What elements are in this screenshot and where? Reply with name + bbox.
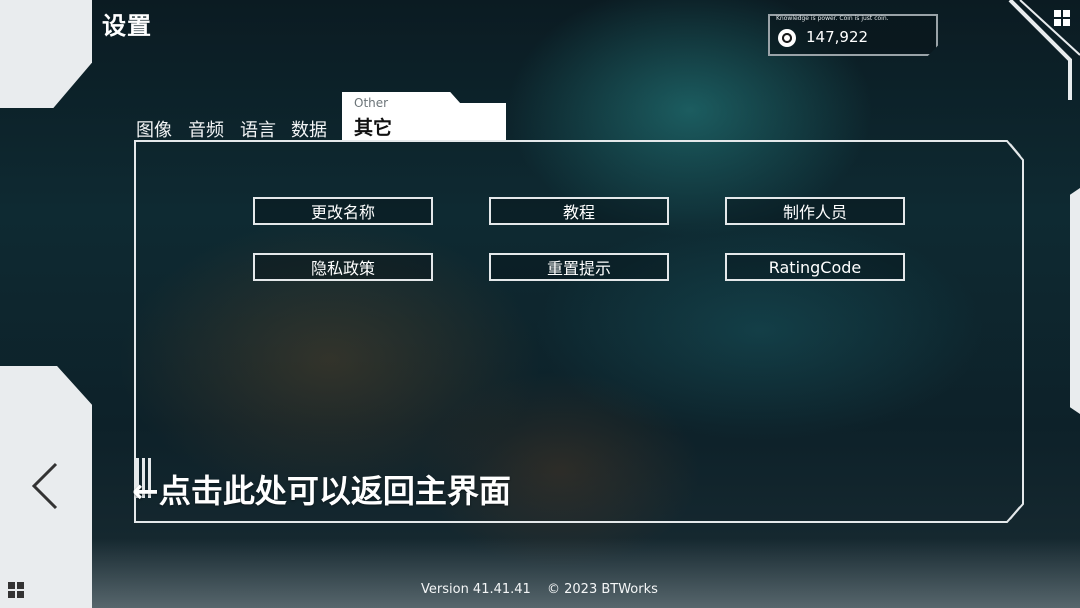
tab-language[interactable]: 语言: [240, 116, 276, 142]
bottom-fog: [0, 538, 1080, 608]
chevron-left-icon[interactable]: [26, 460, 66, 512]
tutorial-button[interactable]: 教程: [489, 197, 669, 225]
corner-bracket-decoration: [1008, 0, 1080, 100]
tab-other-label: 其它: [354, 117, 393, 139]
right-edge-tab: [1070, 188, 1080, 414]
credits-button[interactable]: 制作人员: [725, 197, 905, 225]
privacy-policy-button[interactable]: 隐私政策: [253, 253, 433, 281]
copyright-label: © 2023 BTWorks: [547, 582, 658, 597]
coin-amount: 147,922: [806, 28, 869, 46]
rating-code-button[interactable]: RatingCode: [725, 253, 905, 281]
return-home-hint: ←点击此处可以返回主界面: [132, 472, 511, 510]
tab-data[interactable]: 数据: [291, 116, 327, 142]
reset-hints-button[interactable]: 重置提示: [489, 253, 669, 281]
tab-audio[interactable]: 音频: [188, 116, 224, 142]
page-title: 设置: [102, 12, 152, 40]
top-left-plate: [0, 0, 92, 108]
coin-motto: Knowledge is power. Coin is just coin.: [776, 15, 889, 22]
tab-graphics[interactable]: 图像: [136, 116, 172, 142]
tab-other-en-label: Other: [354, 96, 389, 110]
version-label: Version 41.41.41: [421, 582, 531, 597]
coin-icon: [778, 29, 796, 47]
grid-menu-icon[interactable]: [8, 582, 24, 598]
rename-button[interactable]: 更改名称: [253, 197, 433, 225]
